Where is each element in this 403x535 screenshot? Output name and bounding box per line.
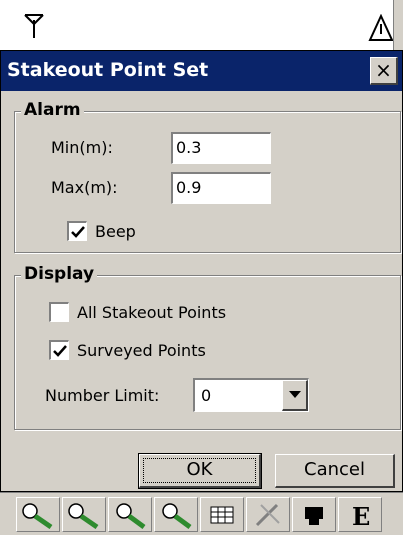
status-scroll-edge <box>393 0 403 50</box>
zoom-window-icon <box>116 503 146 529</box>
checkmark-icon <box>71 226 85 238</box>
zoom-extent-button[interactable] <box>154 497 198 532</box>
alarm-legend: Alarm <box>21 100 84 120</box>
cancel-label: Cancel <box>304 459 365 480</box>
zoom-in-button[interactable] <box>16 497 60 532</box>
status-bar <box>0 0 403 50</box>
alarm-group: Alarm Min(m): 0.3 Max(m): 0.9 Beep <box>14 100 401 253</box>
tools-button[interactable] <box>246 497 290 532</box>
cancel-button[interactable]: Cancel <box>275 454 395 488</box>
elevation-icon: E <box>352 502 370 529</box>
display-legend: Display <box>21 264 98 284</box>
max-input[interactable]: 0.9 <box>171 172 271 204</box>
number-limit-label: Number Limit: <box>45 386 160 405</box>
antenna-icon[interactable] <box>22 12 46 40</box>
stakeout-point-set-dialog: Stakeout Point Set × Alarm Min(m): 0.3 M… <box>0 50 403 492</box>
zoom-out-button[interactable] <box>62 497 106 532</box>
dialog-title: Stakeout Point Set <box>7 59 209 81</box>
close-button[interactable]: × <box>370 57 398 85</box>
display-group: Display All Stakeout Points Surveyed Poi… <box>14 264 401 430</box>
zoom-extent-icon <box>162 503 192 529</box>
warning-icon[interactable] <box>368 14 394 42</box>
min-input[interactable]: 0.3 <box>171 132 271 164</box>
min-label: Min(m): <box>51 138 113 157</box>
all-stakeout-points-checkbox[interactable] <box>49 302 69 322</box>
ok-label: OK <box>186 459 213 480</box>
number-limit-select[interactable]: 0 <box>193 378 309 412</box>
grid-table-button[interactable] <box>200 497 244 532</box>
satellite-icon <box>305 507 323 525</box>
chevron-down-icon <box>289 391 301 398</box>
satellite-button[interactable] <box>292 497 336 532</box>
zoom-out-icon <box>68 503 99 529</box>
elevation-button[interactable]: E <box>338 497 382 532</box>
svg-text:E: E <box>352 502 370 529</box>
surveyed-points-checkbox[interactable] <box>49 340 69 360</box>
beep-checkbox[interactable] <box>67 221 87 241</box>
bottom-toolbar: E <box>0 492 403 535</box>
zoom-in-icon <box>22 503 53 529</box>
title-bar: Stakeout Point Set × <box>1 51 402 91</box>
zoom-window-button[interactable] <box>108 497 152 532</box>
number-limit-value: 0 <box>201 386 212 405</box>
tools-icon <box>255 503 280 527</box>
beep-label: Beep <box>95 222 136 241</box>
all-stakeout-points-label: All Stakeout Points <box>77 303 227 322</box>
ok-button[interactable]: OK <box>138 453 262 489</box>
dropdown-button[interactable] <box>282 380 308 411</box>
checkmark-icon <box>53 345 67 357</box>
max-label: Max(m): <box>51 178 118 197</box>
surveyed-points-label: Surveyed Points <box>77 341 206 360</box>
grid-table-icon <box>210 506 234 524</box>
